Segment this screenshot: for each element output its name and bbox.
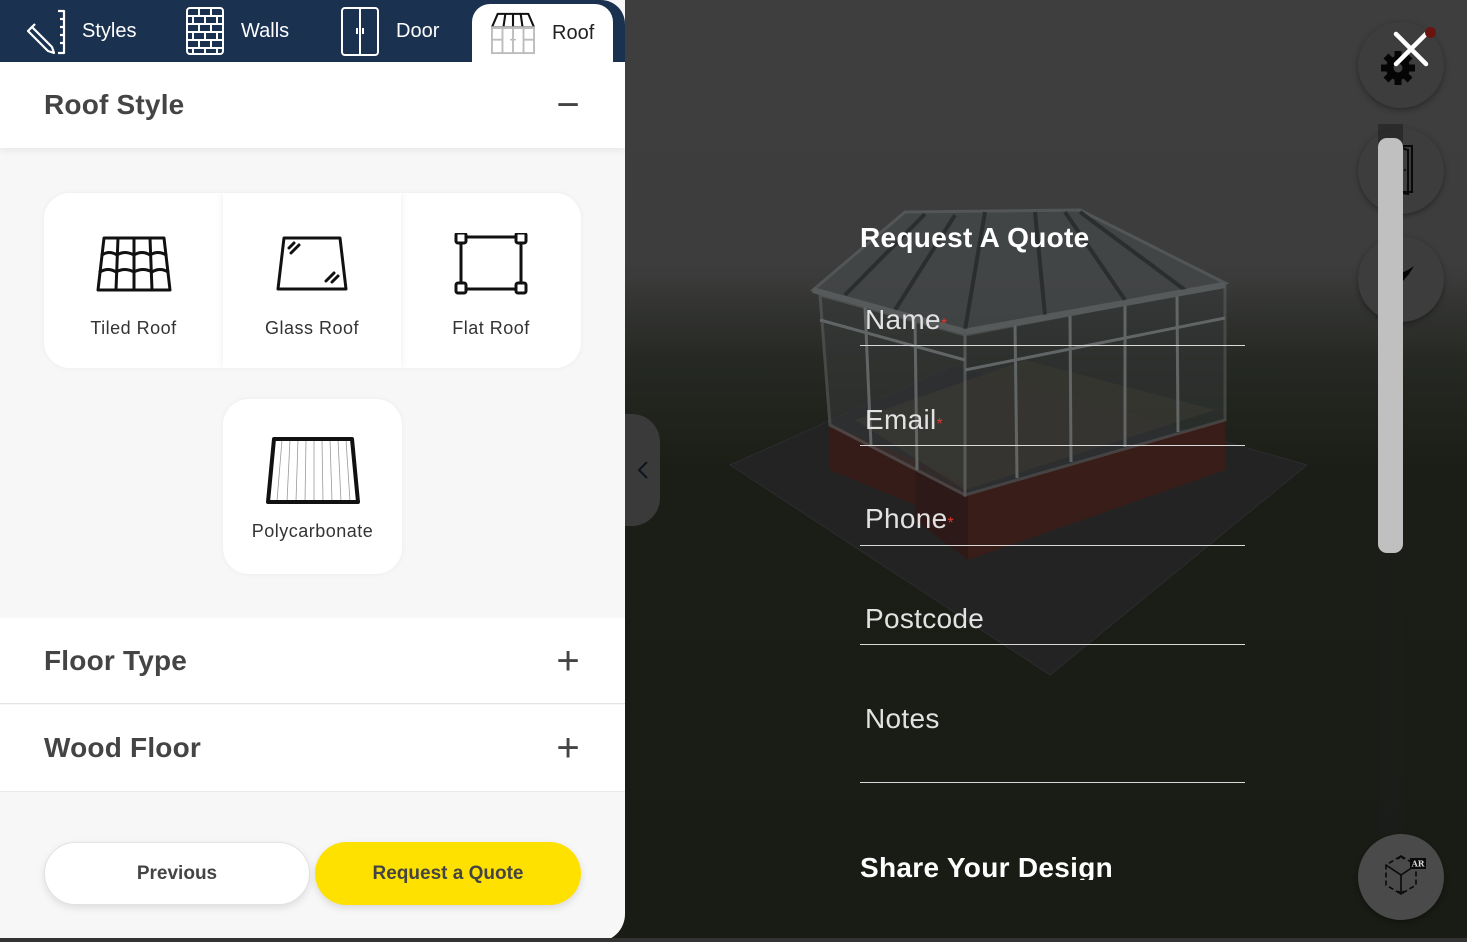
section-title: Wood Floor [44,732,201,763]
quote-form-title: Request A Quote [860,222,1090,253]
glass-roof-icon [276,236,348,291]
section-title: Roof Style [44,89,185,120]
tab-walls[interactable]: Walls [183,0,289,62]
field-label: Notes [865,703,940,734]
form-scrollbar-thumb[interactable] [1378,138,1403,553]
roof-options-row: Tiled Roof Glass Roof Flat Roof [44,193,581,368]
field-label: Postcode [865,603,985,634]
roof-option-label: Polycarbonate [251,521,374,541]
chevron-left-icon [637,461,648,479]
phone-field[interactable]: Phone* [860,503,1245,546]
conservatory-roof-icon [490,12,536,55]
section-roof-style[interactable]: Roof Style − [0,62,625,148]
notes-field[interactable]: Notes [860,703,1245,783]
modal-overlay [625,0,1467,942]
collapse-panel-button[interactable] [625,414,660,526]
category-tabbar: Styles Walls Door Roof [0,0,625,62]
polycarbonate-roof-icon [265,437,360,504]
required-marker: * [940,316,948,333]
expand-icon[interactable]: + [555,728,581,768]
required-marker: * [936,416,943,433]
notification-dot [1425,27,1436,38]
tab-label: Door [396,19,440,42]
postcode-field[interactable]: Postcode [860,603,1245,645]
share-design-title: Share Your Design [860,852,1114,880]
email-field[interactable]: Email* [860,404,1245,446]
tab-styles[interactable]: Styles [24,0,136,62]
tiled-roof-icon [96,236,171,292]
expand-icon[interactable]: + [555,641,581,681]
section-wood-floor[interactable]: Wood Floor + [0,705,625,792]
roof-option-label: Flat Roof [452,318,530,338]
roof-option-label: Glass Roof [264,318,360,338]
window-bottom-edge [0,938,1467,942]
collapse-icon[interactable]: − [555,85,581,125]
section-floor-type[interactable]: Floor Type + [0,618,625,704]
name-field[interactable]: Name* [860,304,1245,346]
required-marker: * [947,515,954,532]
roof-option-flat[interactable]: Flat Roof [401,193,581,368]
tab-roof[interactable]: Roof [472,4,613,62]
tab-label: Walls [241,19,290,42]
configurator-panel: Styles Walls Door Roof Roof Style − Tile… [0,0,625,942]
roof-option-tiled[interactable]: Tiled Roof [44,193,223,368]
roof-option-glass[interactable]: Glass Roof [223,193,401,368]
tab-label: Styles [82,19,137,42]
tab-label: Roof [552,21,595,44]
request-quote-form: Request A Quote Name* Email* Phone* Post… [860,222,1245,880]
double-door-icon [341,7,379,56]
roof-style-options: Tiled Roof Glass Roof Flat Roof Polycarb… [0,148,625,618]
section-title: Floor Type [44,644,188,676]
tab-door[interactable]: Door [338,0,439,62]
roof-option-label: Tiled Roof [90,318,177,338]
ar-view-button[interactable]: AR [1358,834,1444,920]
request-quote-button[interactable]: Request a Quote [315,842,581,905]
ar-badge: AR [1411,859,1425,869]
flat-roof-icon [454,233,528,295]
brick-wall-icon [186,7,224,55]
pencil-ruler-icon [26,9,66,55]
roof-option-polycarbonate[interactable]: Polycarbonate [223,399,402,574]
ar-cube-icon: AR [1385,854,1426,896]
field-label: Phone [865,503,948,534]
field-label: Name [865,304,941,335]
previous-button[interactable]: Previous [44,842,310,905]
field-label: Email [865,404,937,435]
3d-viewport[interactable]: Request A Quote Name* Email* Phone* Post… [625,0,1467,942]
